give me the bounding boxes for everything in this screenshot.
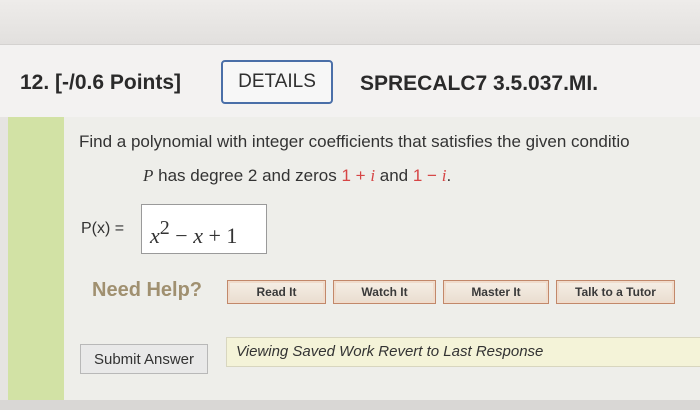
answer-expression: x2 − x + 1 bbox=[150, 217, 238, 249]
answer-exponent: 2 bbox=[159, 217, 170, 239]
bottom-strip bbox=[0, 400, 700, 410]
polynomial-variable: P bbox=[143, 166, 154, 185]
condition-text: has degree 2 and zeros bbox=[153, 166, 342, 185]
question-header: 12. [-/0.6 Points] DETAILS SPRECALC7 3.5… bbox=[0, 44, 700, 117]
top-strip bbox=[0, 0, 700, 44]
zero-two: 1 − i bbox=[412, 166, 447, 185]
answer-term-x: x bbox=[150, 223, 160, 248]
zero-one: 1 + i bbox=[341, 166, 376, 185]
submit-answer-button[interactable]: Submit Answer bbox=[80, 344, 208, 374]
watch-it-button[interactable]: Watch It bbox=[333, 280, 436, 304]
saved-work-banner[interactable]: Viewing Saved Work Revert to Last Respon… bbox=[226, 337, 700, 367]
answer-label: P(x) = bbox=[81, 220, 125, 237]
master-it-button[interactable]: Master It bbox=[443, 280, 549, 304]
question-status-bar bbox=[8, 117, 64, 400]
answer-constant: + 1 bbox=[202, 223, 238, 248]
condition-end: . bbox=[446, 166, 452, 185]
problem-condition: P has degree 2 and zeros 1 + i and 1 − i… bbox=[143, 166, 451, 186]
answer-input[interactable]: x2 − x + 1 bbox=[141, 204, 267, 254]
answer-term-x2: x bbox=[193, 223, 203, 248]
talk-to-tutor-button[interactable]: Talk to a Tutor bbox=[556, 280, 675, 304]
answer-minus: − bbox=[169, 223, 194, 248]
read-it-button[interactable]: Read It bbox=[227, 280, 326, 304]
condition-and: and bbox=[375, 166, 413, 185]
question-number: 12. [-/0.6 Points] bbox=[20, 71, 182, 94]
problem-prompt: Find a polynomial with integer coefficie… bbox=[79, 132, 630, 151]
question-code: SPRECALC7 3.5.037.MI. bbox=[360, 72, 599, 95]
need-help-label: Need Help? bbox=[92, 279, 203, 301]
details-button[interactable]: DETAILS bbox=[221, 60, 333, 104]
